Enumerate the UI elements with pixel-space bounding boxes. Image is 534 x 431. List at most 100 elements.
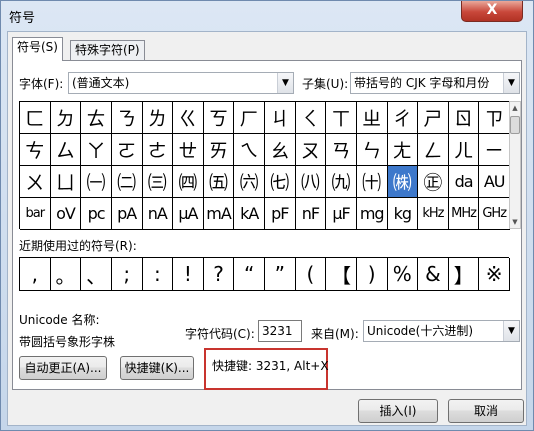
symbol-cell[interactable]: oV bbox=[50, 198, 82, 230]
recent-symbol-cell[interactable]: , bbox=[20, 258, 51, 291]
symbol-cell[interactable]: bar bbox=[20, 198, 51, 230]
chevron-down-icon[interactable]: ▼ bbox=[503, 73, 519, 93]
insert-button[interactable]: 插入(I) bbox=[358, 399, 438, 423]
symbol-cell[interactable]: kHz bbox=[418, 198, 449, 230]
symbol-cell[interactable]: ㈥ bbox=[234, 166, 265, 198]
symbol-cell[interactable]: mA bbox=[203, 198, 235, 230]
symbol-cell[interactable]: ㊣ bbox=[418, 166, 449, 198]
symbol-cell[interactable]: ㄉ bbox=[50, 102, 82, 134]
scroll-up-icon[interactable]: ▲ bbox=[510, 102, 520, 114]
symbol-cell[interactable]: μF bbox=[326, 198, 357, 230]
symbol-cell[interactable]: ㄎ bbox=[203, 102, 235, 134]
symbol-cell[interactable]: ㄒ bbox=[326, 102, 357, 134]
recent-symbols-row[interactable]: ,。、;:!? “”(【)% &】 ※ bbox=[19, 257, 510, 291]
symbol-cell[interactable]: nA bbox=[142, 198, 174, 230]
recent-symbol-cell[interactable]: 、 bbox=[81, 258, 112, 291]
symbol-cell[interactable]: ㄓ bbox=[356, 102, 388, 134]
scroll-thumb[interactable] bbox=[510, 116, 520, 134]
recent-symbol-cell[interactable]: “ bbox=[234, 258, 265, 291]
symbol-cell[interactable]: ㄠ bbox=[265, 134, 296, 166]
recent-symbol-cell[interactable]: ? bbox=[203, 258, 235, 291]
symbol-cell[interactable]: ㈦ bbox=[265, 166, 296, 198]
symbol-cell[interactable]: ㄈ bbox=[20, 102, 51, 134]
symbol-cell[interactable]: ㄏ bbox=[234, 102, 265, 134]
recent-symbol-cell[interactable]: 【 bbox=[326, 258, 357, 291]
cancel-button[interactable]: 取消 bbox=[448, 399, 524, 423]
symbol-cell[interactable]: ㄜ bbox=[142, 134, 174, 166]
recent-symbol-cell[interactable]: : bbox=[142, 258, 174, 291]
symbol-cell[interactable]: ㄧ bbox=[479, 134, 510, 166]
symbol-cell[interactable]: kA bbox=[234, 198, 265, 230]
symbol-cell[interactable]: pF bbox=[265, 198, 296, 230]
recent-symbol-cell[interactable]: ( bbox=[295, 258, 327, 291]
symbol-cell[interactable]: ㄔ bbox=[387, 102, 419, 134]
symbol-cell[interactable]: kg bbox=[387, 198, 419, 230]
recent-symbol-cell[interactable]: ; bbox=[111, 258, 143, 291]
symbol-cell[interactable]: ㈧ bbox=[295, 166, 327, 198]
symbol-cell[interactable]: ㄦ bbox=[448, 134, 480, 166]
symbol-cell[interactable]: ㈠ bbox=[81, 166, 112, 198]
symbol-cell[interactable]: ㄞ bbox=[203, 134, 235, 166]
symbol-cell-selected[interactable]: ㈱ bbox=[387, 166, 419, 198]
recent-symbol-cell[interactable]: 】 bbox=[448, 258, 480, 291]
symbol-cell[interactable]: ㄑ bbox=[295, 102, 327, 134]
symbol-cell[interactable]: mg bbox=[356, 198, 388, 230]
symbol-cell[interactable]: ㄛ bbox=[111, 134, 143, 166]
symbol-cell[interactable]: ㄢ bbox=[326, 134, 357, 166]
symbol-cell[interactable]: ㈩ bbox=[356, 166, 388, 198]
symbol-cell[interactable]: ㄣ bbox=[356, 134, 388, 166]
symbol-cell[interactable]: nF bbox=[295, 198, 327, 230]
symbol-cell[interactable]: pc bbox=[81, 198, 112, 230]
symbol-cell[interactable]: ㄖ bbox=[448, 102, 480, 134]
recent-symbol-cell[interactable]: % bbox=[387, 258, 419, 291]
chevron-down-icon[interactable]: ▼ bbox=[503, 321, 519, 341]
symbol-cell[interactable]: ㄟ bbox=[234, 134, 265, 166]
symbol-cell[interactable]: MHz bbox=[448, 198, 480, 230]
symbol-cell[interactable]: ㄗ bbox=[479, 102, 510, 134]
symbol-cell[interactable]: ㄍ bbox=[173, 102, 204, 134]
symbol-cell[interactable]: ㄕ bbox=[418, 102, 449, 134]
symbol-cell[interactable]: ㄐ bbox=[265, 102, 296, 134]
symbol-cell[interactable]: ㄥ bbox=[418, 134, 449, 166]
shortcut-key-button[interactable]: 快捷键(K)... bbox=[120, 356, 194, 380]
subset-select[interactable]: 带括号的 CJK 字母和月份 ▼ bbox=[350, 72, 520, 94]
symbol-cell[interactable]: ㈨ bbox=[326, 166, 357, 198]
from-select[interactable]: Unicode(十六进制) ▼ bbox=[363, 320, 520, 342]
scroll-down-icon[interactable]: ▼ bbox=[510, 216, 520, 228]
symbol-cell[interactable]: ㄨ bbox=[20, 166, 51, 198]
tab-symbols[interactable]: 符号(S) bbox=[12, 37, 63, 61]
chevron-down-icon[interactable]: ▼ bbox=[277, 73, 293, 93]
symbol-cell[interactable]: GHz bbox=[479, 198, 510, 230]
symbol-cell[interactable]: ㄋ bbox=[111, 102, 143, 134]
close-button[interactable]: X bbox=[461, 1, 523, 22]
symbol-cell[interactable]: pA bbox=[111, 198, 143, 230]
char-code-input[interactable]: 3231 bbox=[258, 320, 302, 342]
tab-special-characters[interactable]: 特殊字符(P) bbox=[70, 40, 145, 60]
font-select[interactable]: (普通文本) ▼ bbox=[68, 72, 294, 94]
symbol-cell[interactable]: μA bbox=[173, 198, 204, 230]
symbol-cell[interactable]: ㄩ bbox=[50, 166, 82, 198]
symbol-cell[interactable]: ㄚ bbox=[81, 134, 112, 166]
symbol-cell[interactable]: AU bbox=[479, 166, 510, 198]
symbol-cell[interactable]: ㈡ bbox=[111, 166, 143, 198]
recent-symbol-cell[interactable]: ! bbox=[173, 258, 204, 291]
symbol-cell[interactable]: ㄘ bbox=[20, 134, 51, 166]
symbol-grid-scrollbar[interactable]: ▲ ▼ bbox=[509, 101, 521, 229]
symbol-cell[interactable]: ㄊ bbox=[81, 102, 112, 134]
symbol-cell[interactable]: ㄤ bbox=[387, 134, 419, 166]
autocorrect-button[interactable]: 自动更正(A)... bbox=[19, 356, 107, 380]
recent-symbol-cell[interactable]: ” bbox=[265, 258, 296, 291]
symbol-cell[interactable]: ㄡ bbox=[295, 134, 327, 166]
symbol-cell[interactable]: ㈤ bbox=[203, 166, 235, 198]
recent-symbol-cell[interactable]: & bbox=[418, 258, 449, 291]
recent-symbol-cell[interactable]: 。 bbox=[50, 258, 82, 291]
symbol-cell[interactable]: ㈢ bbox=[142, 166, 174, 198]
recent-symbol-cell[interactable]: ※ bbox=[479, 258, 510, 291]
symbol-cell[interactable]: ㄌ bbox=[142, 102, 174, 134]
symbol-cell[interactable]: ㄙ bbox=[50, 134, 82, 166]
symbol-grid[interactable]: ㄈㄉㄊㄋㄌㄍㄎㄏㄐㄑㄒㄓㄔㄕㄖㄗㄘㄙㄚㄛㄜㄝㄞㄟㄠㄡㄢㄣㄤㄥㄦㄧㄨㄩ㈠㈡㈢㈣㈤㈥… bbox=[19, 101, 510, 230]
symbol-cell[interactable]: ㈣ bbox=[173, 166, 204, 198]
symbol-cell[interactable]: ㄝ bbox=[173, 134, 204, 166]
recent-symbol-cell[interactable]: ) bbox=[356, 258, 388, 291]
symbol-cell[interactable]: da bbox=[448, 166, 480, 198]
